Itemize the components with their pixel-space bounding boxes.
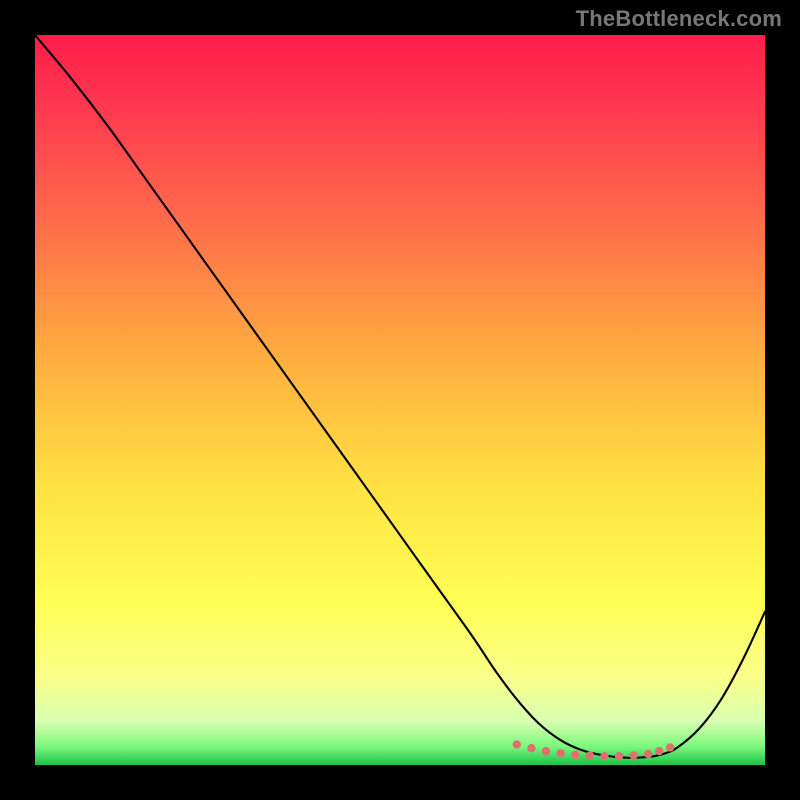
marker-point [666,743,674,751]
watermark-text: TheBottleneck.com [576,6,782,32]
marker-point [513,740,521,748]
marker-point [571,751,579,759]
curve-layer [35,35,765,765]
marker-point [542,747,550,755]
marker-point [586,751,594,759]
chart-container: TheBottleneck.com [0,0,800,800]
marker-point [644,750,652,758]
marker-point [556,749,564,757]
sweet-spot-markers [513,740,675,760]
marker-point [527,744,535,752]
marker-point [655,747,663,755]
marker-point [615,752,623,760]
plot-area [35,35,765,765]
marker-point [629,751,637,759]
bottleneck-curve [35,35,765,758]
marker-point [600,752,608,760]
